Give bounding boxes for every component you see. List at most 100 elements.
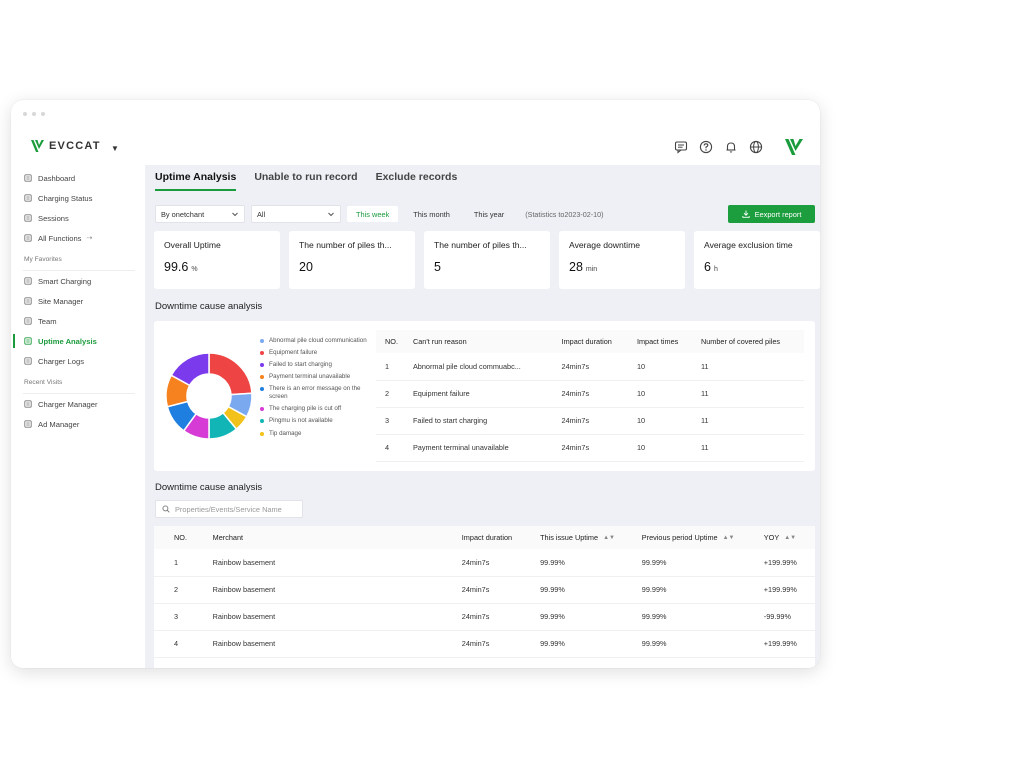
table-cell-uptime: 99.99% (520, 630, 622, 658)
table-row[interactable]: 2 Rainbow basement 24min7s 99.99% 99.99% +199… (154, 576, 815, 604)
sidebar-item-team[interactable]: Team (11, 311, 145, 331)
sidebar-item-uptime-analysis[interactable]: Uptime Analysis (11, 331, 145, 351)
table-cell: Payment terminal unavailable (403, 434, 553, 462)
legend-label: Equipment failure (269, 349, 318, 357)
table-cell-merchant: Rainbow basement (192, 576, 442, 604)
column-header: NO. (376, 330, 404, 353)
period-this-month[interactable]: This month (404, 206, 459, 222)
globe-icon[interactable] (749, 140, 763, 154)
donut-slice[interactable] (208, 352, 253, 396)
sort-icon[interactable]: ▲▼ (784, 535, 796, 541)
table-cell-merchant: Rainbow basement (192, 603, 442, 631)
table-row[interactable]: 3 Failed to start charging 24min7s 10 11 (376, 407, 804, 435)
table-cell: 11 (691, 380, 804, 408)
table-row[interactable]: 4 Payment terminal unavailable 24min7s 10 11 (376, 434, 804, 462)
close-dot[interactable] (23, 112, 27, 116)
legend-swatch (260, 339, 264, 343)
column-header: Merchant (192, 526, 442, 549)
table-cell-yoy: +199.99% (743, 549, 815, 577)
period-this-year[interactable]: This year (465, 206, 513, 222)
card-average-downtime: Average downtime 28 min (559, 231, 685, 289)
merchant-select[interactable]: By onetchant (155, 205, 245, 223)
card-value: 5 (434, 260, 441, 274)
table-cell: 10 (627, 407, 692, 435)
recent-heading: Recent Visits (24, 378, 63, 386)
column-header: Number of covered piles (691, 330, 804, 353)
message-icon[interactable] (674, 140, 688, 154)
table-cell: 3 (376, 407, 404, 435)
table-row[interactable]: 1 Abnormal pile cloud commuabc... 24min7s 1… (376, 353, 804, 381)
sort-icon[interactable]: ▲▼ (603, 535, 615, 541)
column-header: Impact duration (552, 330, 628, 353)
bell-icon[interactable] (724, 140, 738, 154)
table-cell-uptime: 99.99% (520, 549, 622, 577)
table-cell: 24min7s (552, 434, 628, 462)
tab-exclude-records[interactable]: Exclude records (376, 171, 458, 191)
sidebar-item-all-functions[interactable]: All Functions ⇢ (11, 228, 145, 248)
sidebar-item-charger-manager[interactable]: Charger Manager (11, 394, 145, 414)
table-cell: Equipment failure (403, 380, 553, 408)
legend-item[interactable]: The charging pile is cut off (260, 405, 368, 413)
help-icon[interactable] (699, 140, 713, 154)
summary-cards: Overall Uptime 99.6% The number of piles… (154, 231, 820, 289)
card-unit: % (191, 266, 198, 273)
favorites-heading: My Favorites (24, 255, 62, 263)
table-cell: 11 (691, 407, 804, 435)
org-dropdown-caret-icon[interactable]: ▼ (111, 144, 119, 153)
filter-bar: By onetchant All This week This month Th… (155, 205, 604, 223)
table-header-row: NO. Merchant Impact duration This issue Upt… (154, 526, 815, 549)
column-header[interactable]: YOY ▲▼ (743, 526, 815, 549)
legend-item[interactable]: Failed to start charging (260, 361, 368, 369)
brand-avatar-icon[interactable] (784, 137, 806, 157)
export-report-button[interactable]: Eexport report (728, 205, 815, 223)
sidebar-item-ad-manager[interactable]: Ad Manager (11, 414, 145, 434)
table-row[interactable]: 4 Rainbow basement 24min7s 99.99% 99.99% +199… (154, 630, 815, 658)
legend-item[interactable]: Abnormal pile cloud communication (260, 337, 368, 345)
logo[interactable]: EVCCAT (31, 139, 101, 153)
column-header: Impact times (627, 330, 692, 353)
minimize-dot[interactable] (32, 112, 36, 116)
search-box (155, 500, 303, 518)
search-input[interactable] (175, 504, 295, 514)
legend-item[interactable]: There is an error message on the screen (260, 385, 368, 401)
scope-select[interactable]: All (251, 205, 341, 223)
tab-unable-to-run-record[interactable]: Unable to run record (254, 171, 357, 191)
sidebar-item-label: Charging Status (38, 193, 93, 203)
sidebar-item-label: Smart Charging (38, 276, 92, 286)
table-cell-duration: 24min7s (441, 549, 521, 577)
card-overall-uptime: Overall Uptime 99.6% (154, 231, 280, 289)
sort-icon[interactable]: ▲▼ (723, 535, 735, 541)
pin-icon[interactable]: ⇢ (86, 234, 92, 242)
card-piles-count-1: The number of piles th... 20 (289, 231, 415, 289)
table-row[interactable]: 3 Rainbow basement 24min7s 99.99% 99.99% -99.… (154, 603, 815, 631)
legend-item[interactable]: Payment terminal unavailable (260, 373, 368, 381)
charger-manager-icon (24, 400, 32, 408)
tab-uptime-analysis[interactable]: Uptime Analysis (155, 171, 237, 191)
table-cell-duration: 24min7s (441, 630, 521, 658)
sidebar-item-charger-logs[interactable]: Charger Logs (11, 351, 145, 371)
column-header[interactable]: Previous period Uptime ▲▼ (621, 526, 744, 549)
sidebar-item-charging-status[interactable]: Charging Status (11, 188, 145, 208)
legend-item[interactable]: Tip damage (260, 430, 368, 438)
table-cell-prev: 99.99% (621, 603, 744, 631)
legend-item[interactable]: Equipment failure (260, 349, 368, 357)
sidebar-item-label: All Functions (38, 233, 82, 243)
table-cell-duration: 24min7s (441, 603, 521, 631)
table-cell-merchant: Rainbow basement (192, 630, 442, 658)
sidebar-item-site-manager[interactable]: Site Manager (11, 291, 145, 311)
period-this-week[interactable]: This week (347, 206, 399, 222)
table-cell-yoy: -99.99% (743, 603, 815, 631)
column-header-label: NO. (174, 533, 187, 542)
table-row[interactable]: 1 Rainbow basement 24min7s 99.99% 99.99% +199… (154, 549, 815, 577)
dashboard-icon (24, 174, 32, 182)
maximize-dot[interactable] (41, 112, 45, 116)
legend-item[interactable]: Pingmu is not available (260, 417, 368, 425)
table-cell-yoy: +199.99% (743, 576, 815, 604)
card-value: 6 (704, 260, 711, 274)
column-header[interactable]: This issue Uptime ▲▼ (520, 526, 622, 549)
table-row[interactable]: 2 Equipment failure 24min7s 10 11 (376, 380, 804, 408)
sidebar-item-sessions[interactable]: Sessions (11, 208, 145, 228)
sidebar-item-dashboard[interactable]: Dashboard (11, 168, 145, 188)
table-cell: 11 (691, 353, 804, 381)
sidebar-item-smart-charging[interactable]: Smart Charging (11, 271, 145, 291)
